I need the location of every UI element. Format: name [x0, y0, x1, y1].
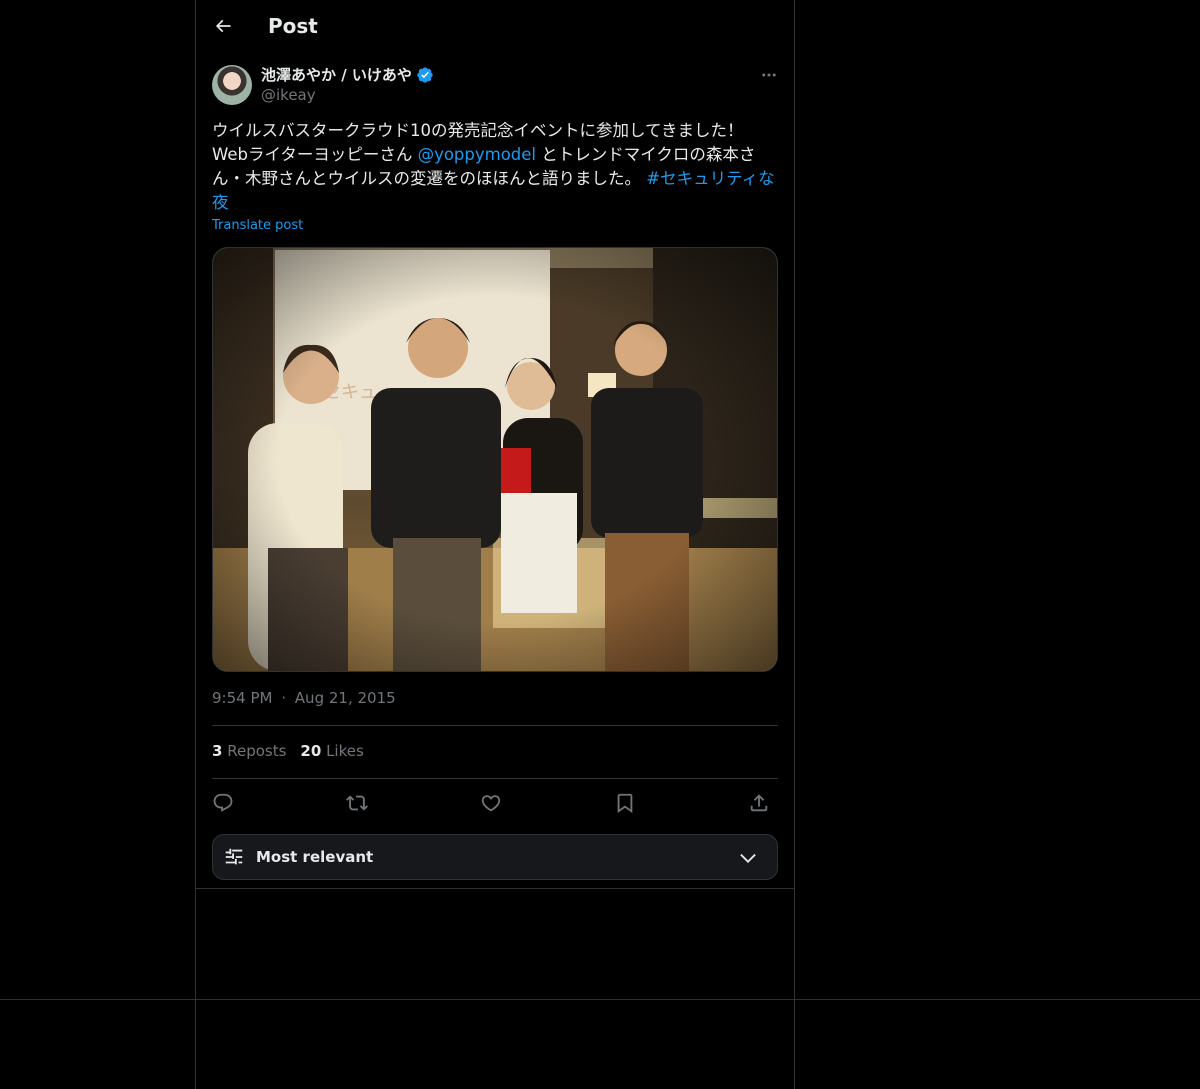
repost-icon: [346, 795, 368, 811]
likes-stat[interactable]: 20 Likes: [300, 742, 363, 760]
reposts-stat[interactable]: 3 Reposts: [212, 742, 286, 760]
like-button[interactable]: [474, 786, 508, 820]
verified-badge-icon: [417, 66, 433, 83]
photo-image: セキュ: [213, 248, 777, 671]
reply-icon: [213, 793, 233, 812]
share-button[interactable]: [742, 786, 776, 820]
reply-sort-dropdown[interactable]: Most relevant: [212, 834, 778, 880]
reposts-label: Reposts: [227, 742, 287, 760]
post-text-segment: Webライターヨッピーさん: [212, 145, 418, 164]
translate-post-link[interactable]: Translate post: [212, 218, 303, 233]
page-divider: [0, 999, 1200, 1000]
author-name-link[interactable]: 池澤あやか / いけあや: [261, 64, 434, 85]
repost-button[interactable]: [340, 786, 374, 820]
mention-link[interactable]: @yoppymodel: [418, 145, 536, 164]
share-icon: [750, 794, 768, 812]
reposts-count: 3: [212, 742, 223, 760]
primary-column: Post 池澤あやか / いけあや @ikeay ウイルスバスタークラウド10の…: [195, 0, 795, 1089]
divider: [212, 725, 778, 726]
post-photo[interactable]: セキュ: [212, 247, 778, 672]
heart-icon: [481, 795, 501, 812]
bookmark-button[interactable]: [608, 786, 642, 820]
sliders-icon: [225, 848, 243, 865]
chevron-down-icon: [740, 853, 756, 863]
reply-button[interactable]: [206, 786, 240, 820]
bookmark-icon: [617, 793, 633, 814]
author-name: 池澤あやか / いけあや: [261, 66, 412, 84]
post-text: ウイルスバスタークラウド10の発売記念イベントに参加してきました！ Webライター…: [212, 119, 778, 215]
arrow-left-icon: [215, 19, 231, 33]
divider: [212, 778, 778, 779]
post-date: Aug 21, 2015: [294, 689, 396, 707]
post-time: 9:54 PM: [212, 689, 273, 707]
post-text-segment: ウイルスバスタークラウド10の発売記念イベントに参加してきました！: [212, 121, 744, 140]
author-handle[interactable]: @ikeay: [261, 86, 316, 104]
likes-label: Likes: [326, 742, 364, 760]
engagement-stats: 3 Reposts 20 Likes: [212, 742, 364, 760]
post-timestamp[interactable]: 9:54 PM · Aug 21, 2015: [212, 689, 396, 707]
avatar[interactable]: [212, 65, 252, 105]
sort-label: Most relevant: [256, 848, 374, 866]
more-icon: [762, 73, 776, 77]
divider: [196, 888, 794, 889]
more-options-button[interactable]: [752, 62, 786, 88]
action-bar: [212, 786, 778, 820]
dot-separator: ·: [281, 689, 287, 707]
back-button[interactable]: [206, 9, 240, 43]
likes-count: 20: [300, 742, 322, 760]
page-header: Post: [196, 0, 794, 53]
page-title: Post: [268, 14, 318, 38]
